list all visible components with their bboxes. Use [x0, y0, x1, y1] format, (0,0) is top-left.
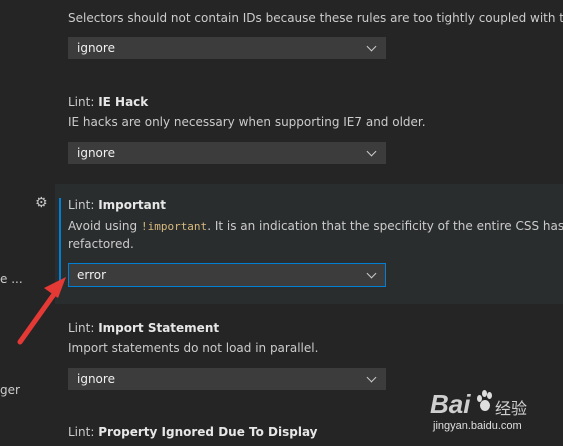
watermark-text: 经验 — [495, 399, 528, 418]
watermark-logo: Bai — [430, 389, 471, 419]
paw-icon — [476, 389, 494, 415]
watermark-url: jingyan.baidu.com — [433, 420, 522, 432]
settings-page: e ... ger Selectors should not contain I… — [0, 0, 563, 446]
baidu-watermark: Bai 经验 jingyan.baidu.com — [405, 383, 555, 438]
annotation-arrow — [17, 277, 66, 345]
